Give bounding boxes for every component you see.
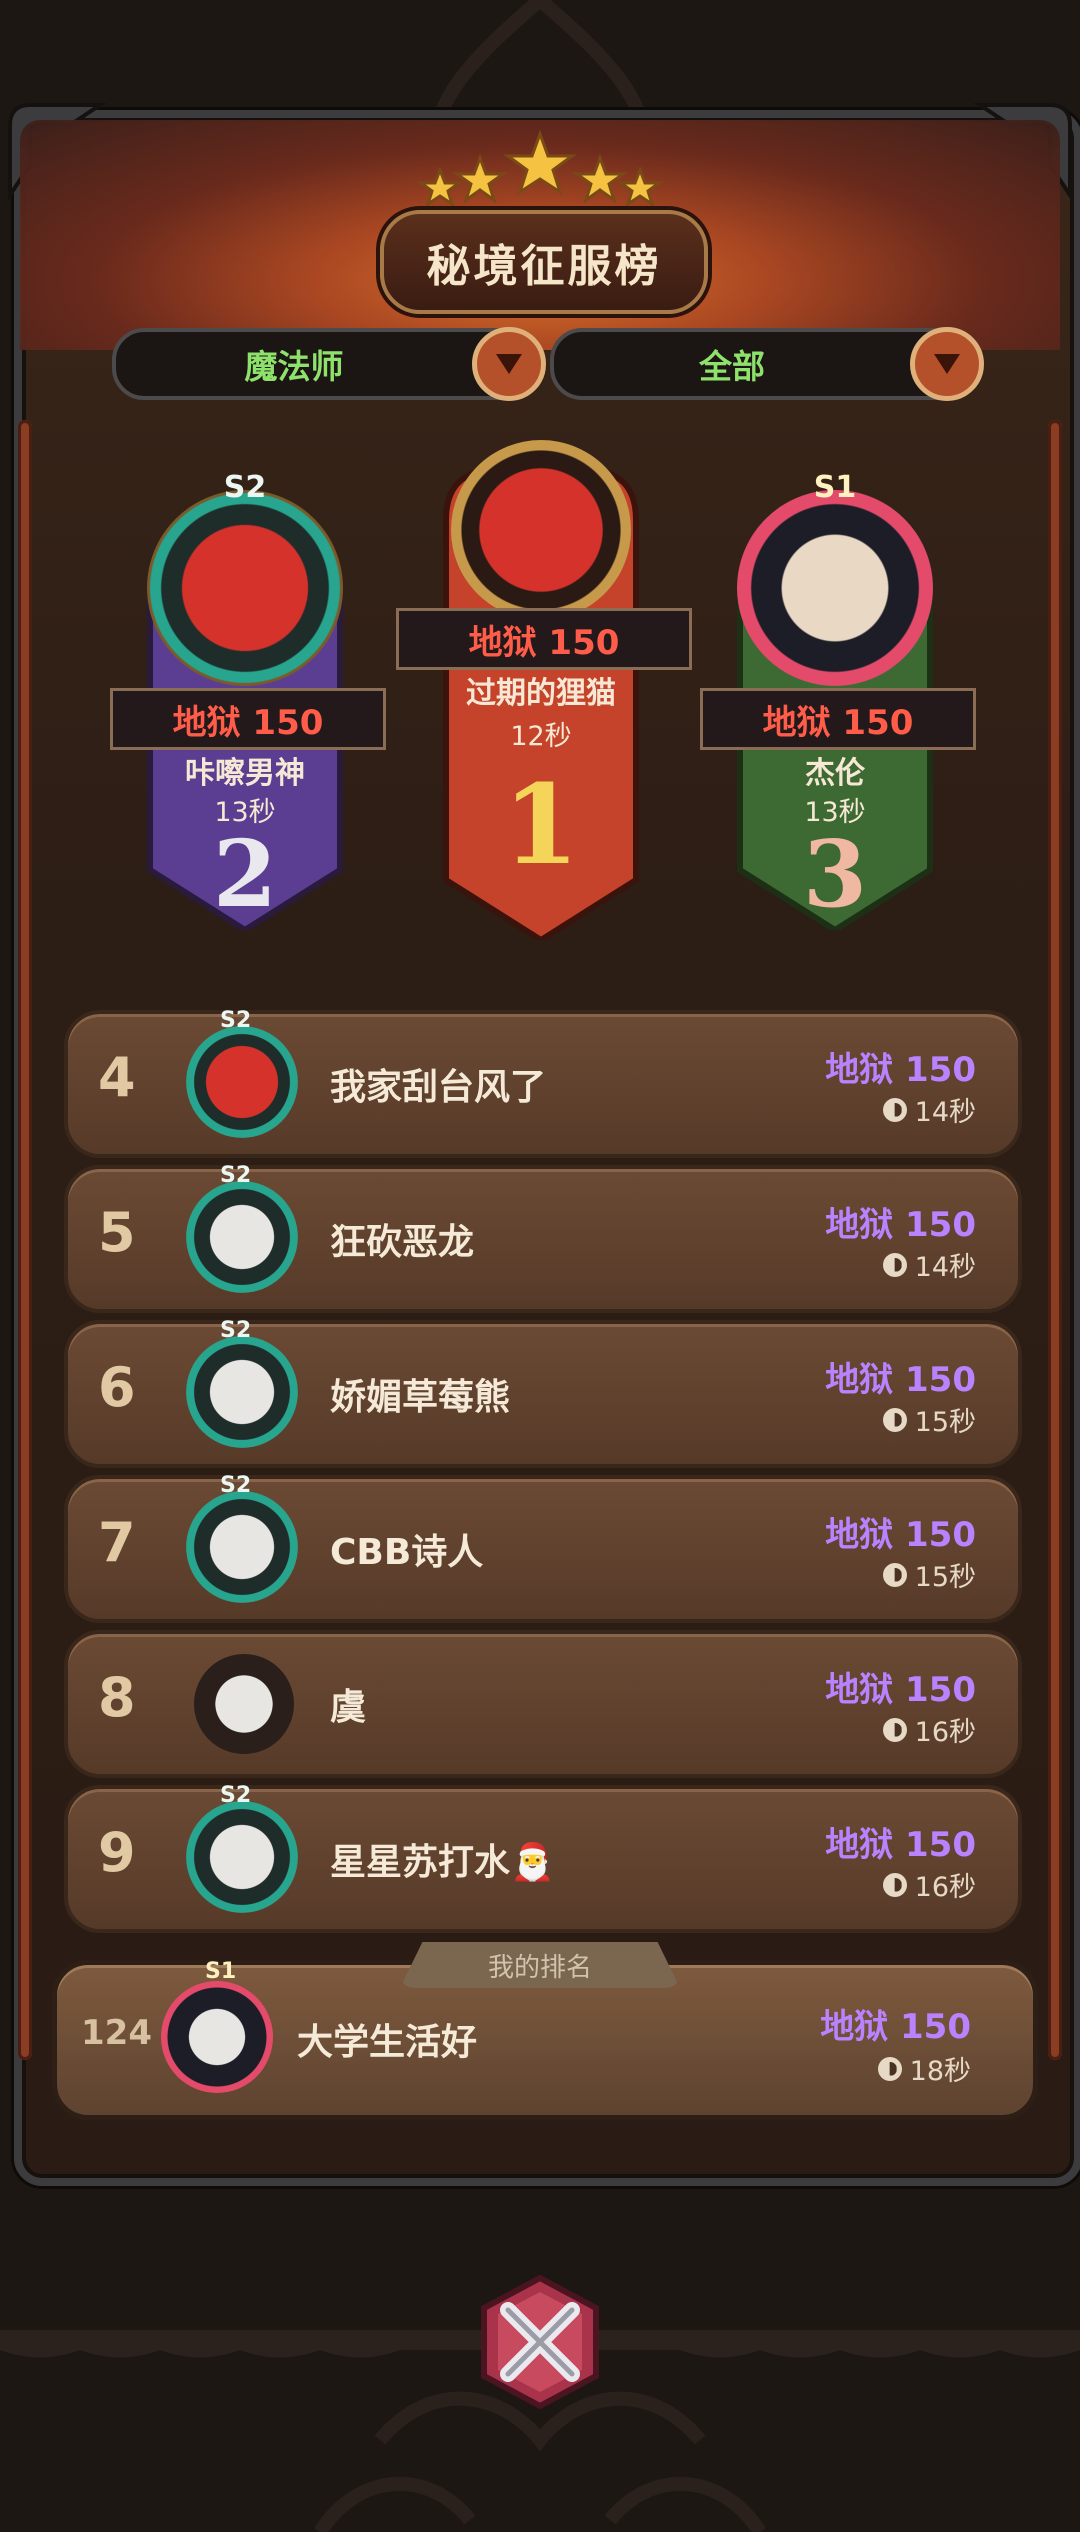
- star-icon: [503, 130, 577, 196]
- player-name: 虞: [330, 1687, 367, 1728]
- season-badge: S2: [220, 1318, 252, 1343]
- season-badge: S2: [220, 1008, 252, 1033]
- player-time: 12秒: [510, 721, 572, 752]
- avatar: [194, 1654, 294, 1754]
- season-badge: S1: [205, 1959, 237, 1984]
- difficulty-text: 地狱 150: [820, 2007, 971, 2047]
- clock-icon: [882, 1562, 907, 1587]
- avatar: [186, 1181, 298, 1293]
- clock-icon: [882, 1407, 907, 1432]
- season-badge: S1: [813, 470, 857, 505]
- avatar: [161, 1981, 273, 2093]
- clock-icon: [882, 1872, 907, 1897]
- season-badge: S2: [220, 1473, 252, 1498]
- clock-icon: [877, 2056, 902, 2081]
- player-time: 16秒: [914, 1872, 976, 1903]
- difficulty-text: 地狱 150: [825, 1050, 976, 1090]
- rank-number: 3: [802, 820, 867, 928]
- difficulty-text: 地狱 150: [825, 1825, 976, 1865]
- difficulty-ribbon: 地狱 150: [110, 688, 386, 750]
- avatar: [451, 440, 631, 620]
- list-item[interactable]: 8 虞 地狱 150 16秒: [64, 1630, 1022, 1778]
- podium-rank-3[interactable]: S1 地狱 150 杰伦 13秒 3: [700, 470, 976, 930]
- player-name: 我家刮台风了: [330, 1067, 547, 1108]
- player-time: 15秒: [914, 1562, 976, 1593]
- list-item[interactable]: 4 S2 我家刮台风了 地狱 150 14秒: [64, 1008, 1022, 1158]
- difficulty-text: 地狱 150: [825, 1515, 976, 1555]
- player-name: 娇媚草莓熊: [330, 1377, 511, 1418]
- list-item[interactable]: 9 S2 星星苏打水🎅 地狱 150 16秒: [64, 1783, 1022, 1933]
- avatar: [186, 1336, 298, 1448]
- list-item[interactable]: 5 S2 狂砍恶龙 地狱 150 14秒: [64, 1163, 1022, 1313]
- podium-rank-2[interactable]: S2 地狱 150 咔嚓男神 13秒 2: [110, 470, 386, 930]
- star-icon: [416, 165, 464, 208]
- rank-number: 7: [98, 1511, 136, 1574]
- scope-filter-label: 全部: [699, 347, 765, 386]
- list-item[interactable]: 6 S2 娇媚草莓熊 地狱 150 15秒: [64, 1318, 1022, 1468]
- player-time: 16秒: [914, 1717, 976, 1748]
- rank-number: 2: [212, 820, 277, 928]
- rank-number: 9: [98, 1821, 136, 1884]
- rank-number: 1: [502, 760, 580, 889]
- player-time: 15秒: [914, 1407, 976, 1438]
- player-name: 杰伦: [805, 756, 865, 791]
- difficulty-text: 地狱 150: [468, 622, 620, 663]
- left-rail: [18, 420, 32, 2060]
- difficulty-text: 地狱 150: [762, 702, 914, 743]
- dropdown-triangle-icon[interactable]: [472, 327, 546, 401]
- difficulty-text: 地狱 150: [825, 1360, 976, 1400]
- player-time: 18秒: [909, 2056, 971, 2087]
- avatar: [147, 490, 343, 686]
- player-name: 星星苏打水🎅: [330, 1842, 555, 1883]
- difficulty-ribbon: 地狱 150: [700, 688, 976, 750]
- page-title-text: 秘境征服榜: [426, 241, 662, 292]
- star-icon: [616, 165, 664, 208]
- page-title: 秘境征服榜: [380, 210, 708, 314]
- rank-number: 124: [81, 2013, 152, 2053]
- list-item[interactable]: 7 S2 CBB诗人 地狱 150 15秒: [64, 1473, 1022, 1623]
- player-name: 狂砍恶龙: [330, 1222, 475, 1263]
- difficulty-text: 地狱 150: [825, 1205, 976, 1245]
- class-filter-label: 魔法师: [244, 347, 344, 386]
- difficulty-ribbon: 地狱 150: [396, 608, 692, 670]
- rating-stars: [416, 130, 664, 208]
- player-name: 大学生活好: [297, 2022, 478, 2063]
- clock-icon: [882, 1717, 907, 1742]
- star-icon: [452, 153, 508, 204]
- avatar: [737, 490, 933, 686]
- rank-number: 4: [98, 1046, 136, 1109]
- rank-number: 6: [98, 1356, 136, 1419]
- difficulty-text: 地狱 150: [172, 702, 324, 743]
- player-name: 过期的狸猫: [466, 676, 616, 711]
- season-badge: S2: [220, 1163, 252, 1188]
- star-icon: [572, 153, 628, 204]
- rank-number: 5: [98, 1201, 136, 1264]
- dropdown-triangle-icon[interactable]: [910, 327, 984, 401]
- difficulty-text: 地狱 150: [825, 1670, 976, 1710]
- player-time: 14秒: [914, 1097, 976, 1128]
- class-filter-dropdown[interactable]: 魔法师: [112, 327, 546, 401]
- avatar: [186, 1801, 298, 1913]
- my-rank-tab: 我的排名: [400, 1942, 680, 1988]
- player-time: 14秒: [914, 1252, 976, 1283]
- podium-rank-1[interactable]: 地狱 150 过期的狸猫 12秒 1: [396, 420, 692, 940]
- right-rail: [1048, 420, 1062, 2060]
- avatar: [186, 1026, 298, 1138]
- clock-icon: [882, 1097, 907, 1122]
- season-badge: S2: [220, 1783, 252, 1808]
- season-badge: S2: [223, 470, 267, 505]
- avatar: [186, 1491, 298, 1603]
- close-x-icon[interactable]: [472, 2274, 608, 2410]
- scope-filter-dropdown[interactable]: 全部: [550, 327, 984, 401]
- rank-number: 8: [98, 1666, 136, 1729]
- player-name: 咔嚓男神: [185, 756, 305, 791]
- clock-icon: [882, 1252, 907, 1277]
- player-name: CBB诗人: [330, 1532, 484, 1573]
